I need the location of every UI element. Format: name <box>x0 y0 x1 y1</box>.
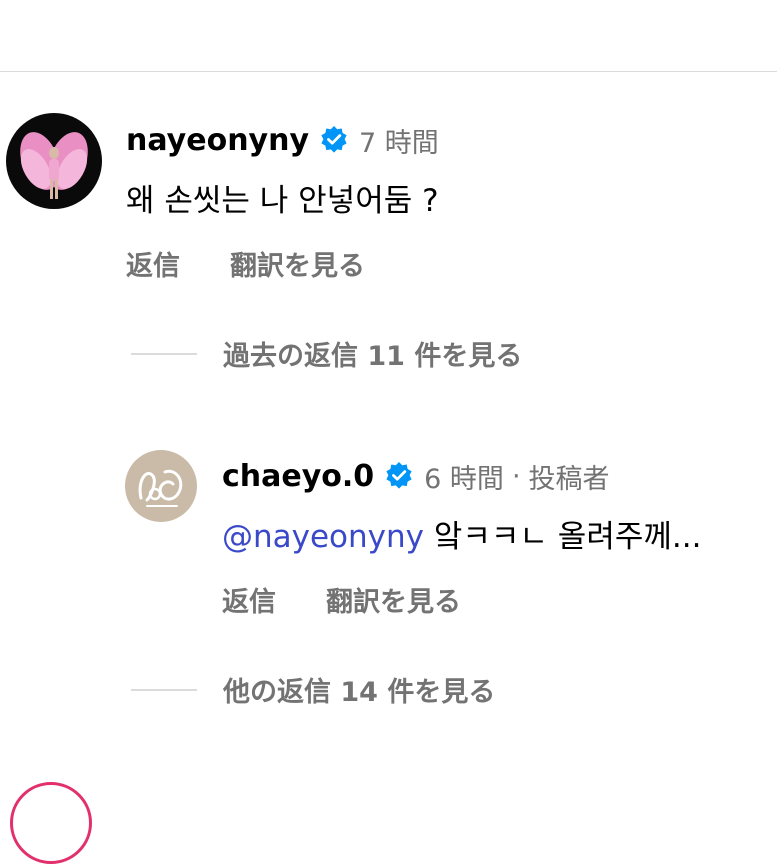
divider-line <box>131 688 197 691</box>
reply-button[interactable]: 返信 <box>126 244 180 283</box>
username[interactable]: nayeonyny <box>126 123 309 158</box>
comment-actions: 返信 翻訳を見る <box>126 244 365 283</box>
meta-separator: · <box>511 460 521 492</box>
reply-text: 앜ㅋㅋㄴ 올려주께... <box>424 519 702 555</box>
divider-line <box>131 352 197 355</box>
see-translation-button[interactable]: 翻訳を見る <box>230 244 365 283</box>
comment-text: 왜 손씻는 나 안넣어둠 ? <box>126 183 439 219</box>
mention-link[interactable]: @nayeonyny <box>222 519 424 555</box>
comment-time: 6 時間 <box>424 463 504 495</box>
see-translation-button[interactable]: 翻訳を見る <box>326 580 461 619</box>
comment-header: chaeyo.0 6 時間 · 投稿者 <box>222 456 610 496</box>
comment-time: 7 時間 <box>359 127 439 159</box>
username[interactable]: chaeyo.0 <box>222 459 374 494</box>
author-tag: 投稿者 <box>528 463 610 495</box>
handwritten-logo-icon <box>125 450 197 522</box>
verified-badge-icon <box>319 125 349 155</box>
view-replies-label: 過去の返信 11 件を見る <box>223 341 523 372</box>
view-replies-label: 他の返信 14 件を見る <box>223 677 496 708</box>
comment-actions: 返信 翻訳を見る <box>222 580 461 619</box>
comment-header: nayeonyny 7 時間 <box>126 120 439 160</box>
reply-button[interactable]: 返信 <box>222 580 276 619</box>
verified-badge-icon <box>384 461 414 491</box>
angel-wings-photo-icon <box>6 113 102 209</box>
view-more-replies-button[interactable]: 他の返信 14 件を見る <box>131 670 495 709</box>
comment-text: @nayeonyny 앜ㅋㅋㄴ 올려주께... <box>222 511 701 556</box>
avatar-nayeonyny[interactable] <box>6 113 102 209</box>
top-divider <box>0 71 777 72</box>
next-comment-avatar[interactable] <box>10 782 92 864</box>
avatar-chaeyo[interactable] <box>125 450 197 522</box>
view-previous-replies-button[interactable]: 過去の返信 11 件を見る <box>131 334 522 373</box>
